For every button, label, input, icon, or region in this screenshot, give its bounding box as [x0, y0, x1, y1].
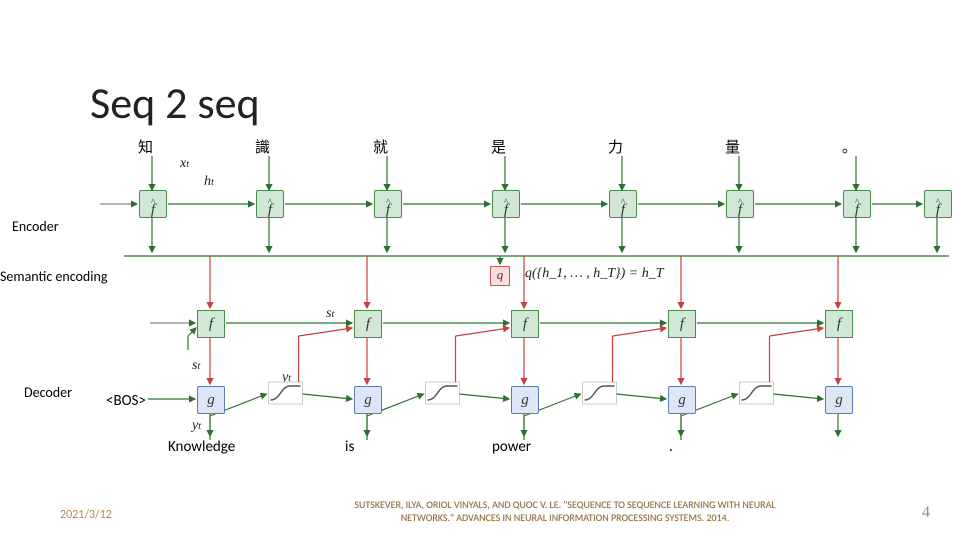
decoder-g-1: g — [354, 386, 382, 414]
s-t-self-symbol: st — [192, 358, 200, 374]
decoder-output-3: . — [669, 438, 673, 456]
decoder-output-0: Knowledge — [168, 438, 235, 456]
y-t-out-symbol: yt — [192, 418, 201, 434]
decoder-f-4: f — [825, 310, 853, 338]
decoder-start-token: <BOS> — [106, 392, 146, 410]
decoder-label: Decoder — [24, 384, 72, 401]
semantic-encoding-label: Semantic encoding — [0, 268, 107, 285]
page-title: Seq 2 seq — [90, 76, 260, 130]
decoder-output-2: power — [492, 438, 531, 456]
h-t-symbol: ht — [204, 174, 214, 190]
decoder-g-3: g — [668, 386, 696, 414]
decoder-f-0: f — [197, 310, 225, 338]
y-t-in-symbol: yt — [282, 370, 291, 386]
encoder-label: Encoder — [12, 218, 59, 235]
page-number: 4 — [922, 504, 930, 522]
encoder-input-5: 量 — [725, 136, 740, 157]
encoder-input-1: 識 — [255, 136, 270, 157]
encoder-fhat-0: ^f — [139, 190, 167, 218]
s-t-top-symbol: st — [326, 306, 334, 322]
slide-date: 2021/3/12 — [60, 508, 112, 522]
decoder-f-2: f — [511, 310, 539, 338]
encoder-input-2: 就 — [373, 136, 388, 157]
encoder-fhat-1: ^f — [256, 190, 284, 218]
decoder-g-0: g — [197, 386, 225, 414]
decoder-f-1: f — [354, 310, 382, 338]
x-t-symbol: xt — [180, 156, 189, 172]
q-formula: q({h_1, … , h_T}) = h_T — [525, 266, 664, 282]
encoder-fhat-6: ^f — [843, 190, 871, 218]
decoder-f-3: f — [668, 310, 696, 338]
decoder-output-1: is — [345, 438, 354, 456]
encoder-input-4: 力 — [608, 136, 623, 157]
encoder-fhat-5: ^f — [726, 190, 754, 218]
decoder-g-2: g — [511, 386, 539, 414]
encoder-input-6: 。 — [842, 136, 857, 157]
encoder-fhat-2: ^f — [374, 190, 402, 218]
q-box: q — [490, 266, 510, 286]
citation-text: SUTSKEVER, ILYA, ORIOL VINYALS, AND QUOC… — [330, 498, 800, 524]
decoder-g-4: g — [825, 386, 853, 414]
encoder-fhat-7: ^f — [924, 190, 952, 218]
encoder-fhat-3: ^f — [492, 190, 520, 218]
encoder-input-3: 是 — [491, 136, 506, 157]
encoder-fhat-4: ^f — [609, 190, 637, 218]
encoder-input-0: 知 — [138, 136, 153, 157]
